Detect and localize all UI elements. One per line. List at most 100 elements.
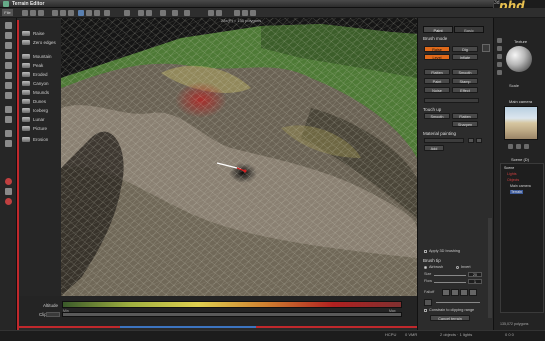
rock-tool-icon[interactable] [5, 92, 12, 99]
view-icon[interactable] [208, 10, 214, 16]
shape-item[interactable]: Peak [21, 62, 59, 70]
light-tool-icon[interactable] [5, 116, 12, 123]
plant-tool-icon[interactable] [5, 62, 12, 69]
camera-icon[interactable] [124, 10, 130, 16]
shape-item[interactable]: Zero edges [21, 39, 59, 47]
brush-preview-icon[interactable] [424, 299, 432, 306]
scene-row-selected[interactable]: Terrain [510, 190, 523, 194]
panel-scrollbar[interactable] [488, 218, 492, 318]
terrain-icon[interactable] [78, 10, 84, 16]
shape-item[interactable]: Canyon [21, 80, 59, 88]
flow-slider[interactable] [434, 282, 466, 283]
tab-paint[interactable]: Paint [423, 26, 453, 33]
light-icon[interactable] [104, 10, 110, 16]
text-tool-icon[interactable] [5, 32, 12, 39]
eyedropper-icon[interactable] [68, 10, 74, 16]
pan-icon[interactable] [172, 10, 178, 16]
noise-button[interactable]: Noise [424, 87, 450, 93]
shape-item[interactable]: Iceberg [21, 107, 59, 115]
brush-strength-slider[interactable] [424, 98, 479, 103]
terrain-viewport[interactable]: 28x(P) = 135 polygons [61, 18, 417, 296]
dig-button[interactable]: Dig [452, 46, 478, 52]
scene-row[interactable]: Lights [507, 172, 517, 176]
stamp-button[interactable]: Stamp [452, 78, 478, 84]
tab-basic[interactable]: Basic [454, 26, 484, 33]
shape-item[interactable]: Raise [21, 30, 59, 38]
rotate-icon[interactable] [30, 10, 36, 16]
clip-value-field[interactable] [46, 312, 60, 317]
clip-slider[interactable] [62, 312, 402, 317]
material-down-icon[interactable] [476, 138, 482, 143]
inflate-button[interactable]: Inflate [452, 54, 478, 60]
falloff-smooth-icon[interactable] [460, 289, 468, 296]
constrain-checkbox[interactable] [424, 309, 427, 312]
scene-row[interactable]: Scene [504, 166, 514, 170]
camera-tool-icon[interactable] [5, 130, 12, 137]
pointer-tool-icon[interactable] [5, 22, 12, 29]
raise-button[interactable]: Raise [424, 46, 450, 52]
material-field[interactable] [424, 138, 464, 143]
paint-icon[interactable] [94, 10, 100, 16]
zoom-icon[interactable] [160, 10, 166, 16]
touchup-smooth-button[interactable]: Smooth [424, 113, 450, 119]
cancel-terrain-button[interactable]: Cancel terrain [430, 315, 470, 321]
keyframe-icon[interactable] [5, 198, 12, 205]
grid-icon[interactable] [86, 10, 92, 16]
side-tab-icon[interactable] [497, 70, 502, 75]
camera-preview[interactable] [504, 106, 538, 140]
settings-icon[interactable] [242, 10, 248, 16]
shape-item[interactable]: Erosion [21, 136, 59, 144]
select-icon[interactable] [52, 10, 58, 16]
airbrush-radio[interactable] [424, 266, 427, 269]
brush-shape-slider[interactable] [436, 302, 480, 303]
snap-icon[interactable] [234, 10, 240, 16]
animate-icon[interactable] [5, 188, 12, 195]
flow-value[interactable]: 1 [468, 279, 482, 284]
invert-radio[interactable] [456, 266, 459, 269]
shape-item[interactable]: Mountain [21, 53, 59, 61]
camera-control-icon[interactable] [516, 144, 521, 149]
size-value[interactable]: 20 [468, 272, 482, 277]
falloff-linear-icon[interactable] [451, 289, 459, 296]
file-menu[interactable]: File [2, 9, 13, 16]
shape-item[interactable]: Eroded [21, 71, 59, 79]
paint-button[interactable]: Paint [424, 78, 450, 84]
apply-3d-checkbox[interactable] [424, 250, 427, 253]
flatten-button[interactable]: Flatten [424, 69, 450, 75]
render-tool-icon[interactable] [5, 140, 12, 147]
cloud-tool-icon[interactable] [5, 106, 12, 113]
touchup-sharpen-button[interactable]: Sharpen [452, 121, 478, 127]
touchup-flatten-button[interactable]: Flatten [452, 113, 478, 119]
side-tab-icon[interactable] [497, 38, 502, 43]
shape-item[interactable]: Mounds [21, 89, 59, 97]
shape-item[interactable]: Dunes [21, 98, 59, 106]
falloff-flat-icon[interactable] [442, 289, 450, 296]
brush-color-swatch[interactable] [482, 44, 490, 52]
altitude-gradient[interactable] [62, 301, 402, 308]
side-tab-icon[interactable] [497, 46, 502, 51]
side-tab-icon[interactable] [497, 54, 502, 59]
scene-row[interactable]: Main camera [510, 184, 531, 188]
brush-icon[interactable] [60, 10, 66, 16]
camera-control-icon[interactable] [524, 144, 529, 149]
fit-icon[interactable] [184, 10, 190, 16]
material-preview-sphere[interactable] [506, 46, 532, 72]
camera-control-icon[interactable] [508, 144, 513, 149]
undo-icon[interactable] [138, 10, 144, 16]
terrain-tool-icon[interactable] [5, 72, 12, 79]
material-up-icon[interactable] [468, 138, 474, 143]
shape-tool-icon[interactable] [5, 42, 12, 49]
record-icon[interactable] [5, 178, 12, 185]
water-tool-icon[interactable] [5, 82, 12, 89]
shape-item[interactable]: Lunar [21, 116, 59, 124]
help-icon[interactable] [250, 10, 256, 16]
effect-button[interactable]: Effect [452, 87, 478, 93]
falloff-sharp-icon[interactable] [469, 289, 477, 296]
shape-item[interactable]: Picture [21, 125, 59, 133]
add-material-button[interactable]: Add [424, 145, 444, 151]
size-slider[interactable] [434, 275, 466, 276]
smooth-button[interactable]: Smooth [452, 69, 478, 75]
scale-icon[interactable] [38, 10, 44, 16]
side-tab-icon[interactable] [497, 62, 502, 67]
redo-icon[interactable] [146, 10, 152, 16]
